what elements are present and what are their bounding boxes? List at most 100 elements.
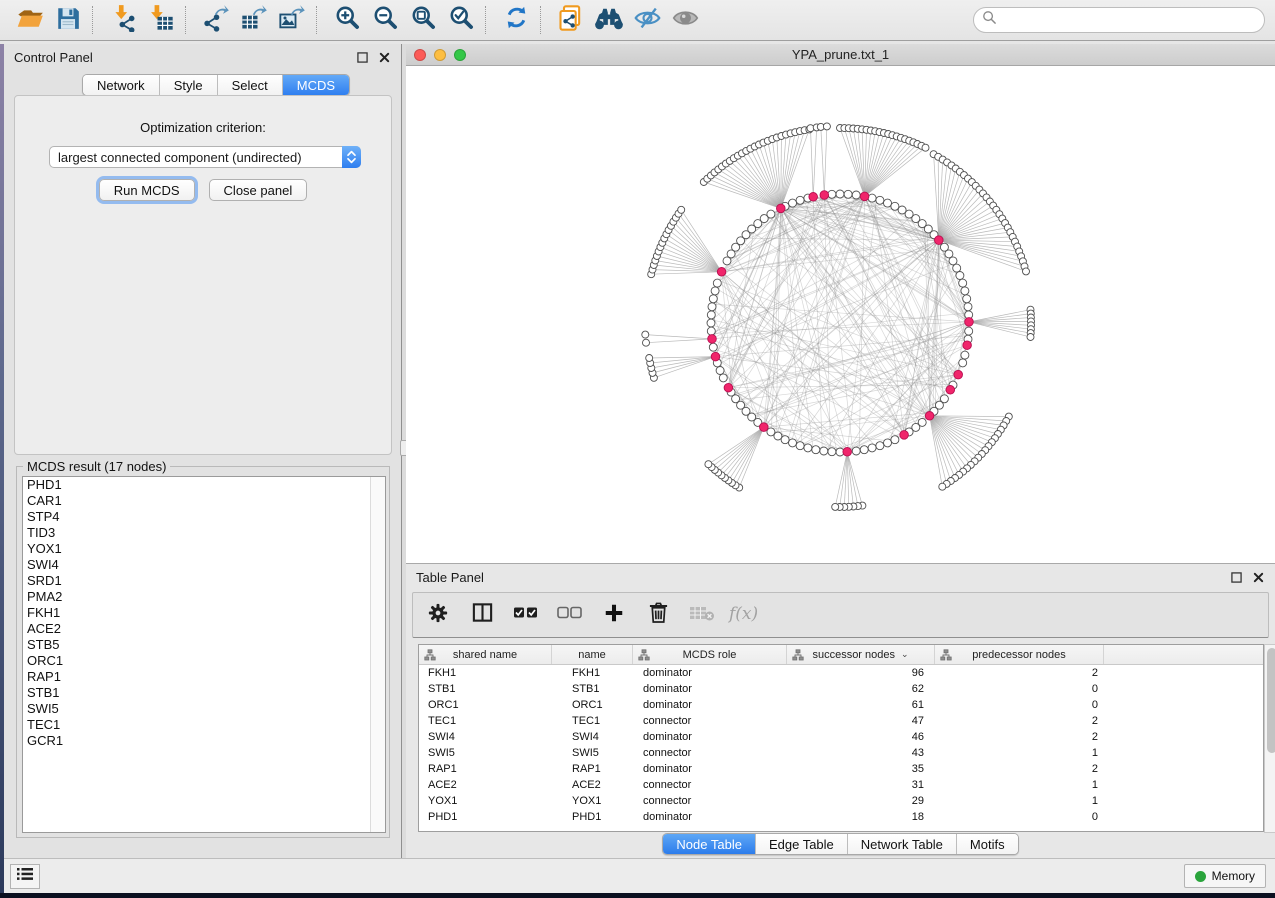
- table-row-RAP1[interactable]: RAP1RAP1dominator352: [419, 761, 1263, 777]
- column-header-shared-name[interactable]: shared name: [419, 645, 552, 664]
- table-row-SWI4[interactable]: SWI4SWI4dominator462: [419, 729, 1263, 745]
- tab-network-table[interactable]: Network Table: [847, 834, 956, 854]
- close-table-panel-icon[interactable]: [1251, 570, 1265, 584]
- deselect-all-button[interactable]: [557, 602, 583, 628]
- tab-select[interactable]: Select: [217, 75, 282, 95]
- tab-edge-table[interactable]: Edge Table: [755, 834, 847, 854]
- delete-row-button[interactable]: [645, 602, 671, 628]
- column-header-successor-nodes[interactable]: successor nodes⌄: [787, 645, 935, 664]
- network-titlebar[interactable]: YPA_prune.txt_1: [406, 44, 1275, 66]
- zoom-in-button[interactable]: [331, 4, 363, 36]
- table-header-row: shared namenameMCDS rolesuccessor nodes⌄…: [419, 645, 1263, 665]
- tab-network[interactable]: Network: [83, 75, 159, 95]
- table-row-ACE2[interactable]: ACE2ACE2connector311: [419, 777, 1263, 793]
- mcds-result-node[interactable]: ORC1: [23, 653, 385, 669]
- table-row-YOX1[interactable]: YOX1YOX1connector291: [419, 793, 1263, 809]
- mcds-result-node[interactable]: RAP1: [23, 669, 385, 685]
- float-panel-icon[interactable]: [355, 50, 369, 64]
- mcds-result-node[interactable]: PMA2: [23, 589, 385, 605]
- search-box[interactable]: [973, 7, 1265, 33]
- zoom-out-button[interactable]: [369, 4, 401, 36]
- tab-motifs[interactable]: Motifs: [956, 834, 1018, 854]
- mcds-result-node[interactable]: STB5: [23, 637, 385, 653]
- close-panel-icon[interactable]: [377, 50, 391, 64]
- export-image-button[interactable]: [276, 4, 308, 36]
- column-header-predecessor-nodes[interactable]: predecessor nodes: [935, 645, 1104, 664]
- mcds-result-node[interactable]: CAR1: [23, 493, 385, 509]
- mcds-result-node[interactable]: PHD1: [23, 477, 385, 493]
- cell: 0: [935, 681, 1104, 697]
- function-builder-button: f(x): [733, 602, 759, 628]
- close-panel-button[interactable]: Close panel: [209, 179, 308, 201]
- result-list-scrollbar[interactable]: [370, 477, 385, 832]
- import-table-button[interactable]: [145, 4, 177, 36]
- select-all-button[interactable]: [513, 602, 539, 628]
- mcds-result-node[interactable]: YOX1: [23, 541, 385, 557]
- mcds-result-node[interactable]: GCR1: [23, 733, 385, 749]
- mcds-result-group: MCDS result (17 nodes) PHD1CAR1STP4TID3Y…: [16, 466, 390, 838]
- add-row-button[interactable]: [601, 602, 627, 628]
- show-graphics-details-icon: [671, 5, 700, 36]
- memory-button[interactable]: Memory: [1184, 864, 1266, 888]
- zoom-selected-button[interactable]: [445, 4, 477, 36]
- table-row-TEC1[interactable]: TEC1TEC1connector472: [419, 713, 1263, 729]
- cell: TEC1: [552, 713, 633, 729]
- export-table-button[interactable]: [238, 4, 270, 36]
- mcds-result-node[interactable]: SRD1: [23, 573, 385, 589]
- mcds-result-node[interactable]: TEC1: [23, 717, 385, 733]
- mcds-result-node[interactable]: SWI5: [23, 701, 385, 717]
- zoom-fit-button[interactable]: [407, 4, 439, 36]
- table-row-SWI5[interactable]: SWI5SWI5connector431: [419, 745, 1263, 761]
- mcds-result-node[interactable]: STB1: [23, 685, 385, 701]
- column-header-MCDS-role[interactable]: MCDS role: [633, 645, 787, 664]
- import-network-button[interactable]: [107, 4, 139, 36]
- export-network-web-button[interactable]: [555, 4, 587, 36]
- add-row-icon: [603, 602, 625, 629]
- tab-node-table[interactable]: Node Table: [663, 834, 755, 854]
- mcds-result-node[interactable]: FKH1: [23, 605, 385, 621]
- cytoscape-window: Control Panel NetworkStyleSelectMCDS Opt…: [0, 0, 1275, 893]
- tab-style[interactable]: Style: [159, 75, 217, 95]
- cell: RAP1: [552, 761, 633, 777]
- table-row-FKH1[interactable]: FKH1FKH1dominator962: [419, 665, 1263, 681]
- mcds-result-node[interactable]: SWI4: [23, 557, 385, 573]
- network-title: YPA_prune.txt_1: [406, 47, 1275, 62]
- cell: SWI5: [419, 745, 552, 761]
- show-graphics-details-button[interactable]: [669, 4, 701, 36]
- table-row-STB1[interactable]: STB1STB1dominator620: [419, 681, 1263, 697]
- settings-button[interactable]: [425, 602, 451, 628]
- search-input[interactable]: [997, 13, 1247, 27]
- cell: 43: [787, 745, 935, 761]
- table-row-PHD1[interactable]: PHD1PHD1dominator180: [419, 809, 1263, 825]
- table-scrollbar[interactable]: [1264, 644, 1275, 833]
- run-mcds-button[interactable]: Run MCDS: [99, 179, 195, 201]
- hide-selection-button[interactable]: [631, 4, 663, 36]
- open-file-button[interactable]: [14, 4, 46, 36]
- save-session-button[interactable]: [52, 4, 84, 36]
- choose-columns-button[interactable]: [469, 602, 495, 628]
- task-history-button[interactable]: [10, 864, 40, 889]
- float-table-panel-icon[interactable]: [1229, 570, 1243, 584]
- mcds-result-node[interactable]: ACE2: [23, 621, 385, 637]
- search-network-button[interactable]: [593, 4, 625, 36]
- mcds-result-node[interactable]: TID3: [23, 525, 385, 541]
- refresh-button[interactable]: [500, 4, 532, 36]
- mcds-result-list[interactable]: PHD1CAR1STP4TID3YOX1SWI4SRD1PMA2FKH1ACE2…: [22, 476, 386, 833]
- table-scrollbar-thumb[interactable]: [1267, 648, 1275, 753]
- criterion-select[interactable]: largest connected component (undirected): [49, 146, 361, 168]
- mcds-result-node[interactable]: STP4: [23, 509, 385, 525]
- tab-mcds[interactable]: MCDS: [282, 75, 349, 95]
- zoom-window-traffic-light[interactable]: [454, 49, 466, 61]
- deselect-all-icon: [557, 605, 583, 625]
- close-window-traffic-light[interactable]: [414, 49, 426, 61]
- table-row-ORC1[interactable]: ORC1ORC1dominator610: [419, 697, 1263, 713]
- export-network-button[interactable]: [200, 4, 232, 36]
- cell: 1: [935, 777, 1104, 793]
- save-session-icon: [55, 5, 81, 36]
- network-canvas[interactable]: [406, 66, 1275, 563]
- minimize-window-traffic-light[interactable]: [434, 49, 446, 61]
- column-header-name[interactable]: name: [552, 645, 633, 664]
- control-panel-tabs: NetworkStyleSelectMCDS: [82, 74, 350, 96]
- network-graph[interactable]: [406, 66, 1275, 563]
- zoom-fit-icon: [410, 4, 437, 36]
